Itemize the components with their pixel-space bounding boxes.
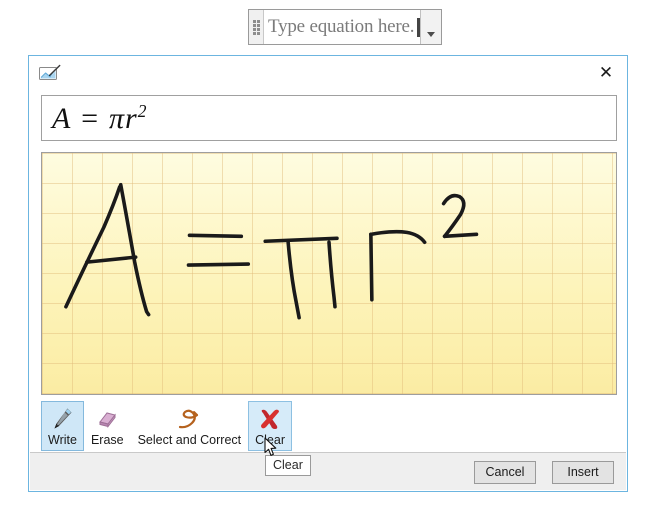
tool-erase-label: Erase (90, 433, 124, 447)
equation-options-dropdown-button[interactable] (420, 10, 442, 44)
drag-handle-dots (252, 19, 260, 35)
tool-write-label: Write (48, 433, 77, 447)
eraser-icon (94, 405, 120, 433)
chevron-down-icon (427, 32, 436, 37)
tool-erase-button[interactable]: Erase (84, 401, 131, 451)
recognized-equation-preview: A = πr2 (41, 95, 617, 141)
preview-equation-text: A = πr2 (52, 101, 146, 136)
equation-placeholder-control[interactable]: Type equation here. (248, 9, 443, 45)
preview-equation-exponent: 2 (137, 100, 147, 121)
ink-tools-toolbar: Write Erase Select and Correct Clear (41, 401, 292, 453)
ink-strokes (64, 182, 479, 320)
preview-equation-base: A = πr (52, 101, 138, 135)
drag-handle-icon[interactable] (249, 10, 264, 44)
tool-select-and-correct-button[interactable]: Select and Correct (131, 401, 249, 451)
insert-button[interactable]: Insert (552, 461, 614, 484)
cancel-button[interactable]: Cancel (474, 461, 536, 484)
dialog-footer: Cancel Insert (30, 452, 626, 490)
close-icon[interactable]: ✕ (593, 60, 619, 86)
lasso-icon (174, 405, 204, 433)
equation-placeholder-text[interactable]: Type equation here. (264, 10, 416, 44)
tool-clear-label: Clear (255, 433, 285, 447)
dialog-titlebar: ✕ (29, 56, 627, 89)
tool-clear-button[interactable]: Clear (248, 401, 292, 451)
ink-writing-canvas[interactable] (41, 152, 617, 395)
ink-equation-icon (39, 64, 61, 80)
tool-write-button[interactable]: Write (41, 401, 84, 451)
tooltip-clear: Clear (265, 455, 311, 476)
pen-icon (50, 405, 74, 433)
red-x-icon (258, 405, 282, 433)
tool-select-and-correct-label: Select and Correct (137, 433, 242, 447)
ink-equation-dialog: ✕ A = πr2 Write Erase Select and Correct… (28, 55, 628, 492)
